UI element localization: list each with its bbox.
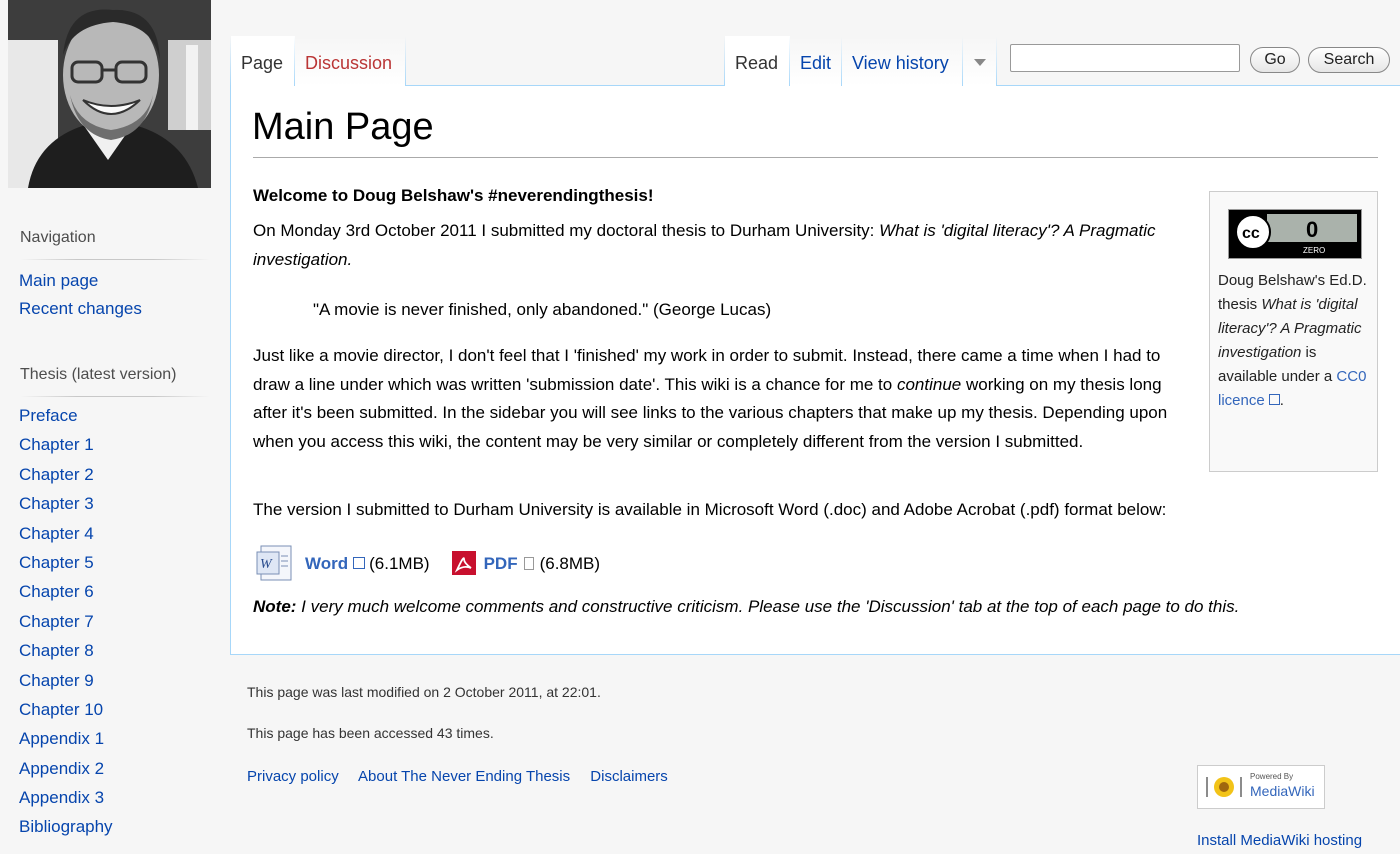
more-actions-dropdown[interactable] (963, 36, 997, 86)
svg-text:W: W (260, 557, 273, 572)
sidebar-item-recent-changes[interactable]: Recent changes (19, 299, 142, 318)
go-button[interactable]: Go (1250, 47, 1300, 73)
external-link-icon (353, 557, 366, 569)
mediawiki-logo-icon (1204, 774, 1244, 800)
note-paragraph: Note: I very much welcome comments and c… (253, 592, 1383, 621)
intro-text: On Monday 3rd October 2011 I submitted m… (253, 221, 880, 240)
tab-view-history[interactable]: View history (842, 36, 963, 86)
mediawiki-label: MediaWiki (1250, 783, 1315, 799)
sidebar-item-chapter-3[interactable]: Chapter 3 (19, 494, 94, 513)
navigation-list: Main page Recent changes (19, 267, 142, 323)
welcome-heading: Welcome to Doug Belshaw's #neverendingth… (253, 186, 654, 205)
page-title: Main Page (252, 106, 434, 148)
navigation-divider (20, 259, 210, 260)
about-link[interactable]: About The Never Ending Thesis (358, 768, 570, 785)
powered-by-label: Powered By (1250, 772, 1294, 781)
cc-zero-digit: 0 (1306, 217, 1318, 242)
footer-links: Privacy policy About The Never Ending Th… (247, 768, 684, 785)
sidebar-item-chapter-1[interactable]: Chapter 1 (19, 435, 94, 454)
quote: "A movie is never finished, only abandon… (313, 300, 772, 319)
intro-paragraph: On Monday 3rd October 2011 I submitted m… (253, 216, 1203, 274)
sidebar-item-chapter-5[interactable]: Chapter 5 (19, 553, 94, 572)
tab-read[interactable]: Read (725, 36, 790, 86)
note-text: I very much welcome comments and constru… (296, 597, 1240, 616)
last-modified-info: This page was last modified on 2 October… (247, 684, 601, 700)
thesis-divider (20, 396, 210, 397)
word-document-icon[interactable]: W (255, 544, 295, 582)
sidebar-item-main-page[interactable]: Main page (19, 271, 98, 290)
sidebar-item-chapter-2[interactable]: Chapter 2 (19, 465, 94, 484)
tab-discussion[interactable]: Discussion (295, 36, 405, 86)
sidebar-item-appendix-2[interactable]: Appendix 2 (19, 759, 104, 778)
sidebar-item-chapter-9[interactable]: Chapter 9 (19, 671, 94, 690)
thesis-heading: Thesis (latest version) (20, 366, 177, 383)
access-count-info: This page has been accessed 43 times. (247, 725, 494, 741)
pdf-download-link[interactable]: PDF (484, 549, 518, 578)
sidebar-item-chapter-8[interactable]: Chapter 8 (19, 641, 94, 660)
tab-page[interactable]: Page (231, 36, 295, 86)
powered-by-mediawiki-badge[interactable]: Powered By MediaWiki (1197, 765, 1325, 809)
sidebar-item-appendix-1[interactable]: Appendix 1 (19, 729, 104, 748)
pdf-icon[interactable] (451, 551, 476, 575)
pdf-file-size: (6.8MB) (539, 553, 601, 573)
search-input[interactable] (1010, 44, 1240, 72)
cc-label: cc (1242, 225, 1260, 242)
licence-suffix: . (1279, 392, 1284, 409)
downloads-row: W Word (6.1MB) PDF (6.8MB) (255, 544, 600, 582)
disclaimers-link[interactable]: Disclaimers (590, 768, 668, 785)
search-button[interactable]: Search (1308, 47, 1390, 73)
tab-edit[interactable]: Edit (790, 36, 842, 86)
sidebar-item-chapter-4[interactable]: Chapter 4 (19, 524, 94, 543)
privacy-policy-link[interactable]: Privacy policy (247, 768, 339, 785)
tab-dropdown-arrow-icon (974, 58, 986, 66)
sidebar-item-chapter-7[interactable]: Chapter 7 (19, 612, 94, 631)
sidebar-item-preface[interactable]: Preface (19, 406, 78, 425)
sidebar-item-appendix-3[interactable]: Appendix 3 (19, 788, 104, 807)
navigation-heading: Navigation (20, 229, 96, 246)
tab-separator (405, 36, 406, 86)
external-link-icon (1268, 394, 1280, 405)
body-emphasis: continue (896, 374, 962, 394)
sidebar-item-chapter-6[interactable]: Chapter 6 (19, 582, 94, 601)
sidebar-item-bibliography[interactable]: Bibliography (19, 817, 113, 836)
file-icon (523, 556, 534, 570)
sidebar-item-chapter-10[interactable]: Chapter 10 (19, 700, 103, 719)
tab-separator (996, 36, 997, 86)
title-divider (253, 157, 1378, 158)
note-label: Note: (253, 597, 297, 616)
cc-zero-word: ZERO (1303, 246, 1325, 255)
cc-zero-badge[interactable]: cc 0 ZERO (1228, 209, 1362, 259)
install-mediawiki-hosting-link[interactable]: Install MediaWiki hosting (1197, 832, 1362, 849)
version-paragraph: The version I submitted to Durham Univer… (253, 500, 1167, 519)
site-logo-photo[interactable] (8, 0, 211, 188)
word-file-size: (6.1MB) (369, 553, 430, 573)
thesis-list: Preface Chapter 1 Chapter 2 Chapter 3 Ch… (19, 401, 113, 842)
body-paragraph: Just like a movie director, I don't feel… (253, 342, 1193, 456)
licence-text: Doug Belshaw's Ed.D. thesis What is 'dig… (1218, 269, 1376, 413)
word-download-link[interactable]: Word (305, 549, 348, 578)
